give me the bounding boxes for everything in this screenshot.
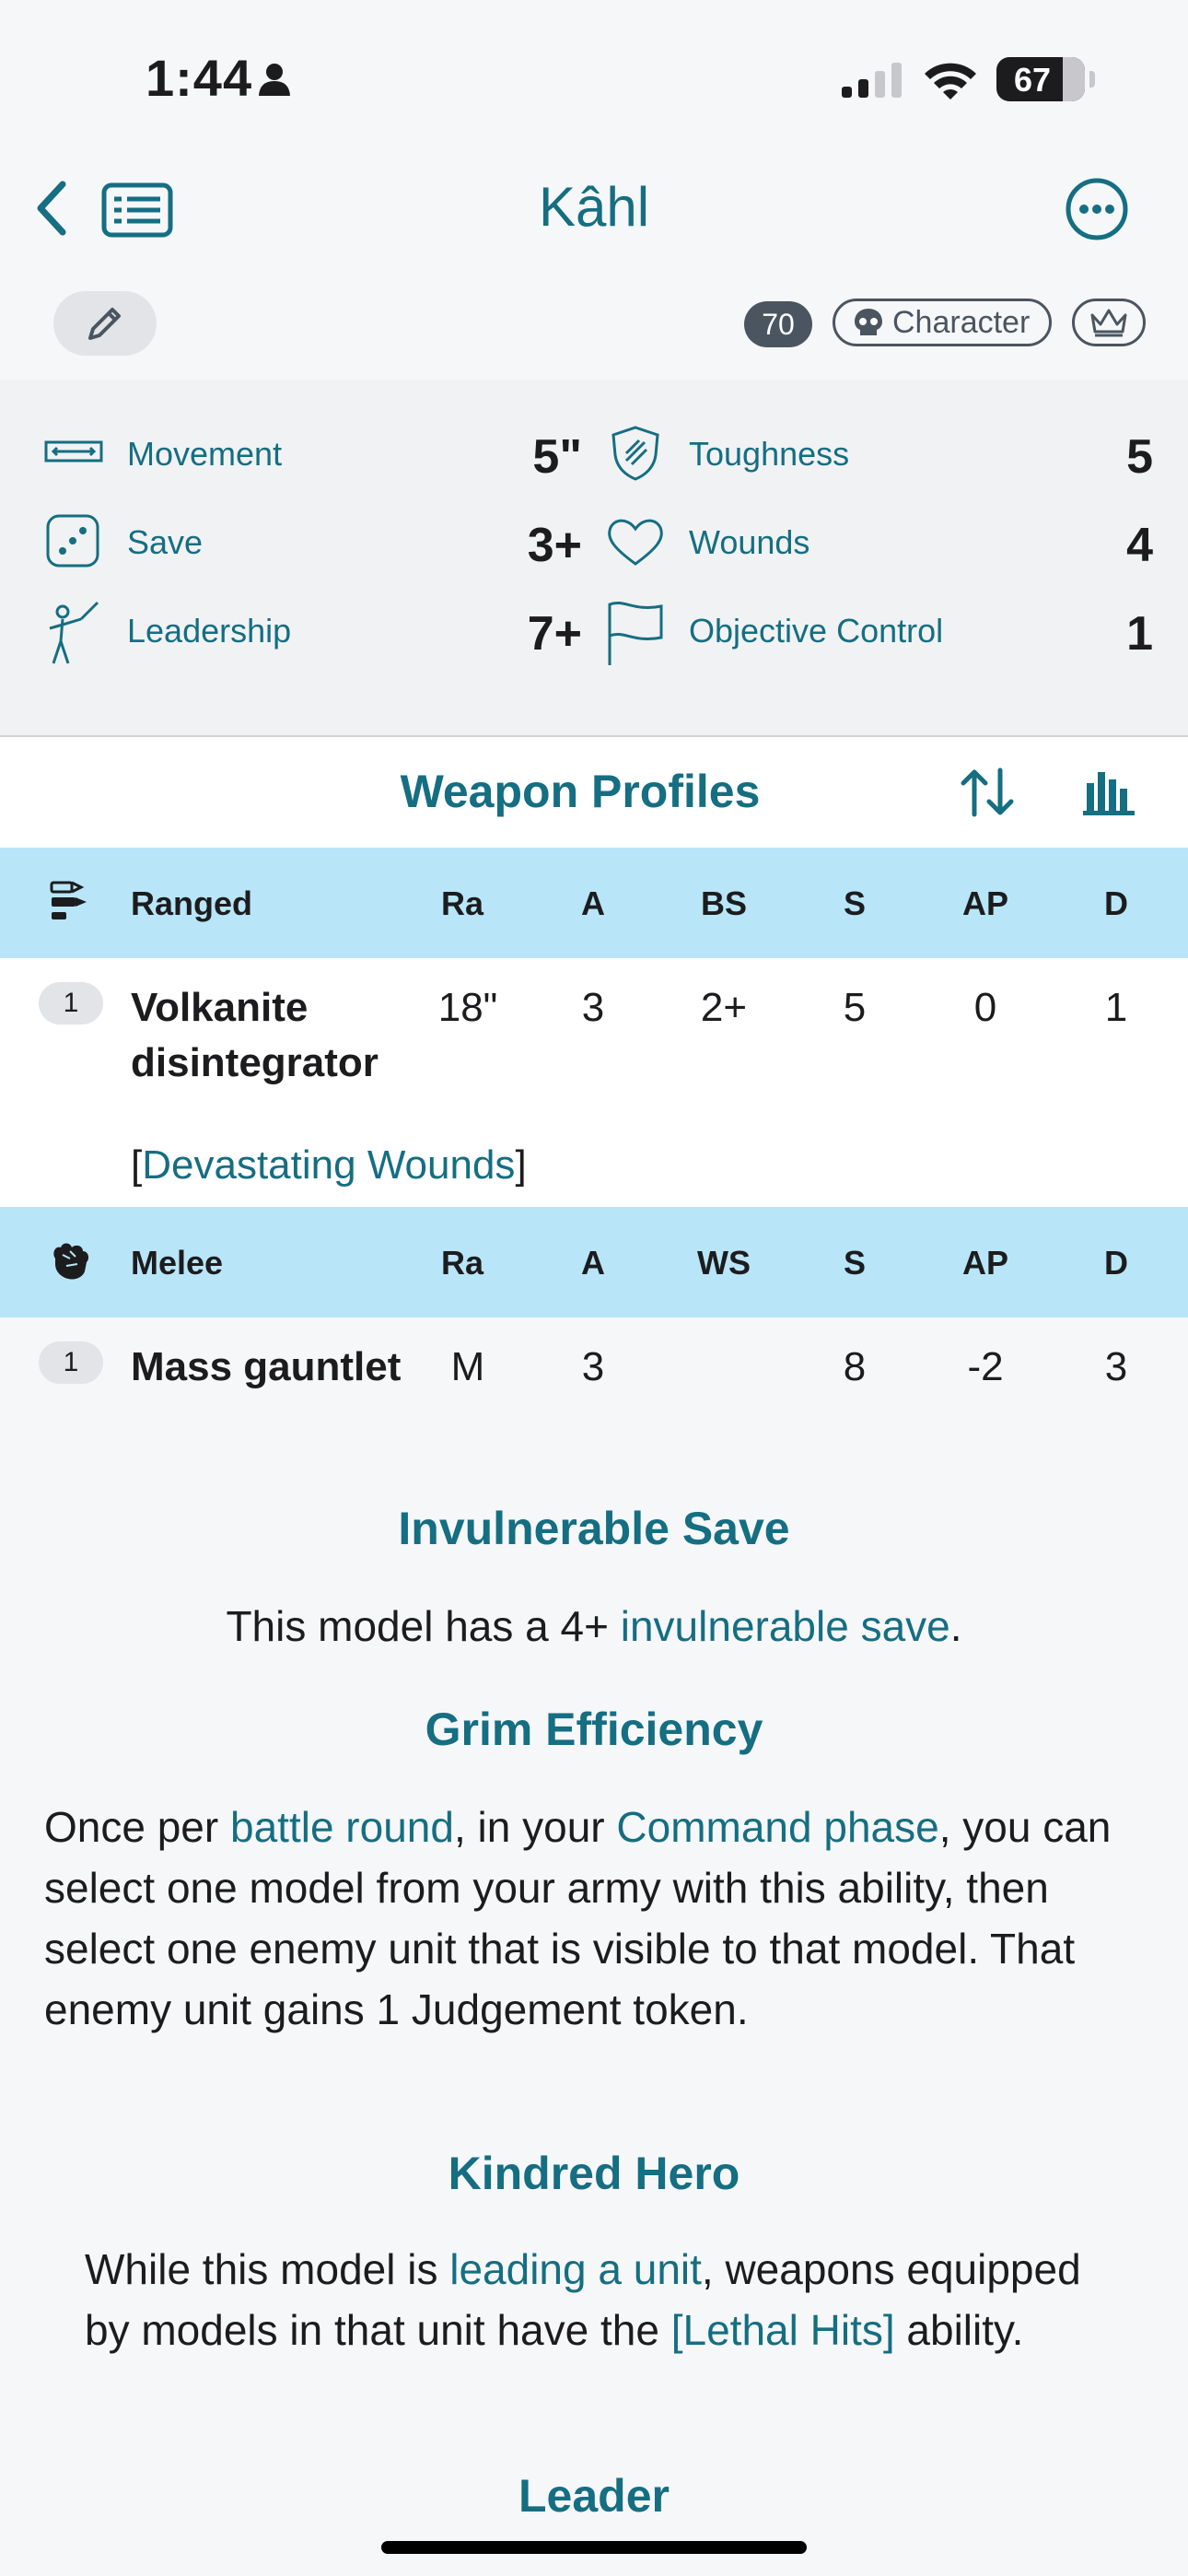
ability-title-grim-efficiency: Grim Efficiency [425,1704,763,1755]
ranged-label: Ranged [131,884,253,922]
sort-arrows-icon[interactable] [958,767,1017,823]
weapon-keywords: [Devastating Wounds] [131,1142,527,1188]
col-header: WS [697,1244,751,1282]
weapon-name: Mass gauntlet [131,1344,402,1389]
stat-label: Objective Control [689,612,944,650]
dice-icon [44,512,103,576]
weapon-ap: -2 [967,1344,1004,1389]
stat-value: 5 [1126,430,1153,484]
leading-a-unit-link[interactable]: leading a unit [449,2245,702,2293]
col-header: AP [961,1244,1008,1282]
col-header: Ra [440,884,484,922]
weapon-range: M [450,1344,485,1389]
invulnerable-save-link[interactable]: invulnerable save [621,1602,950,1650]
stat-value: 1 [1126,607,1153,661]
ranged-table-header: Ranged Ra A BS S AP D [0,848,1188,958]
weapon-row[interactable]: 1 Mass gauntlet M 3 8 -2 3 [0,1317,1188,1456]
points-badge: 70 [744,301,812,347]
unit-toolbar: 70 Character [0,286,1188,378]
movement-icon [44,424,103,484]
stats-panel: Movement 5" Save 3+ Leadership 7+ Toughn… [0,380,1188,737]
shield-icon [606,424,665,487]
status-bar: 1:44 67 [0,0,1188,157]
col-header: BS [700,884,747,922]
col-header: S [843,1244,866,1282]
page-title: Kâhl [538,176,650,238]
stat-label: Leadership [127,612,292,650]
weapon-damage: 1 [1104,985,1128,1030]
crown-icon [1090,309,1127,337]
weapon-range: 18" [437,985,498,1030]
weapon-damage: 3 [1104,1344,1128,1389]
col-header: Ra [440,1244,484,1282]
ability-title-leader: Leader [518,2470,670,2522]
melee-label: Melee [131,1244,224,1282]
stat-label: Toughness [689,435,850,473]
wifi-icon [921,57,980,106]
weapon-ap: 0 [973,985,997,1030]
weapon-attacks: 3 [581,985,605,1030]
stat-label: Wounds [689,523,810,561]
character-badge-label: Character [892,304,1031,340]
weapon-count: 1 [39,1341,103,1384]
home-indicator[interactable] [381,2541,807,2554]
melee-fist-icon [48,1238,92,1287]
stat-value: 7+ [527,607,582,661]
weapon-profiles-header: Weapon Profiles [0,737,1188,848]
weapon-row[interactable]: 1 Volkanite disintegrator 18" 3 2+ 5 0 1… [0,958,1188,1207]
nav-bar: Kâhl [0,157,1188,286]
pencil-icon [88,308,121,340]
col-header: A [581,1244,605,1282]
col-header: D [1104,1244,1128,1282]
ability-text-invulnerable-save: This model has a 4+ invulnerable save. [226,1602,962,1650]
leader-figure-icon [44,601,103,672]
more-options-icon[interactable] [1065,177,1129,246]
battery-icon: 67 [996,57,1085,101]
weapon-name: Volkanite disintegrator [131,985,379,1085]
heart-icon [606,512,665,576]
battery-level: 67 [1013,61,1052,99]
bar-chart-icon[interactable] [1083,768,1135,821]
stat-label: Save [127,523,204,561]
weapon-strength: 5 [843,985,867,1030]
flag-icon [606,601,665,672]
col-header: S [843,884,866,922]
stat-label: Movement [127,435,283,473]
col-header: A [581,884,605,922]
stat-value: 5" [532,430,582,484]
ability-title-invulnerable-save: Invulnerable Save [398,1503,790,1554]
ability-text-grim-efficiency: Once per battle round, in your Command p… [44,1803,1112,2033]
character-badge: Character [833,299,1052,346]
status-time: 1:44 [146,49,253,107]
col-header: D [1104,884,1128,922]
lethal-hits-link[interactable]: [Lethal Hits] [671,2306,895,2354]
ability-text-kindred-hero: While this model is leading a unit, weap… [85,2245,1081,2354]
battle-round-link[interactable]: battle round [230,1803,454,1851]
command-phase-link[interactable]: Command phase [616,1803,938,1851]
weapon-attacks: 3 [581,1344,605,1389]
melee-table-header: Melee Ra A WS S AP D [0,1207,1188,1317]
col-header: AP [961,884,1008,922]
person-icon [256,61,293,102]
stat-value: 3+ [527,519,582,572]
weapon-strength: 8 [843,1344,867,1389]
edit-button[interactable] [53,291,157,356]
cellular-signal-icon [842,63,906,104]
ability-title-kindred-hero: Kindred Hero [448,2148,740,2199]
weapon-count: 1 [39,982,103,1025]
weapon-bs: 2+ [700,985,748,1030]
keyword-link-devastating-wounds[interactable]: Devastating Wounds [142,1142,515,1188]
skull-icon [855,309,882,335]
stat-value: 4 [1126,519,1153,572]
ranged-bullet-icon [48,879,92,928]
warlord-badge[interactable] [1072,299,1146,346]
